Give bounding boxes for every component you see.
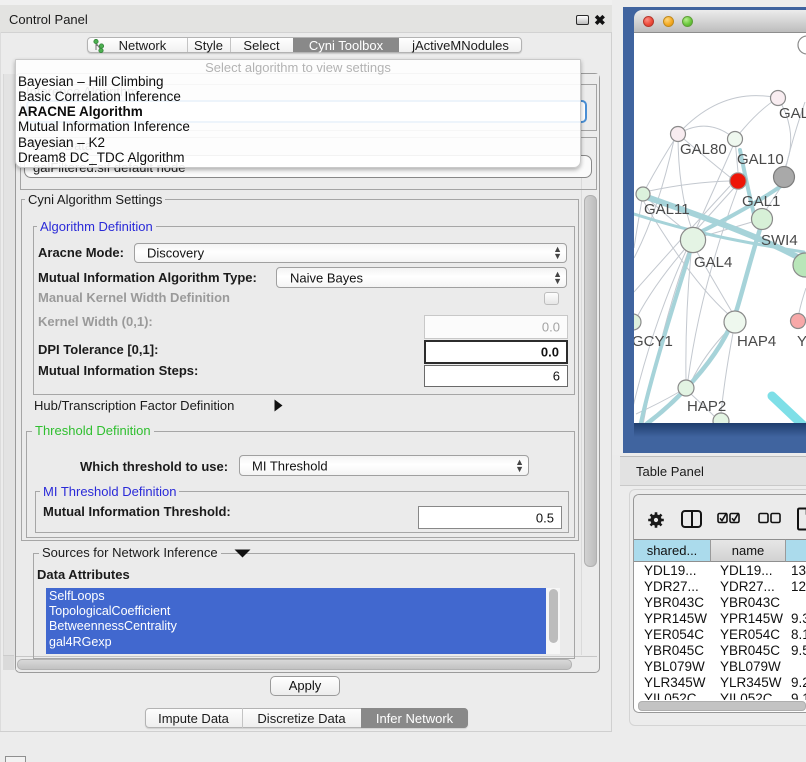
- svg-text:HAP2: HAP2: [687, 398, 726, 415]
- svg-text:GAL7: GAL7: [779, 105, 806, 122]
- svg-text:HAP4: HAP4: [737, 333, 776, 350]
- svg-text:GAL4: GAL4: [694, 254, 732, 271]
- svg-text:GAL80: GAL80: [680, 141, 727, 158]
- svg-text:GCY1: GCY1: [634, 333, 673, 350]
- svg-text:GAL11: GAL11: [644, 201, 690, 218]
- svg-text:YM: YM: [797, 333, 806, 350]
- svg-text:SWI4: SWI4: [761, 232, 798, 249]
- svg-text:GAL10: GAL10: [737, 151, 784, 168]
- svg-text:GAL1: GAL1: [742, 193, 780, 210]
